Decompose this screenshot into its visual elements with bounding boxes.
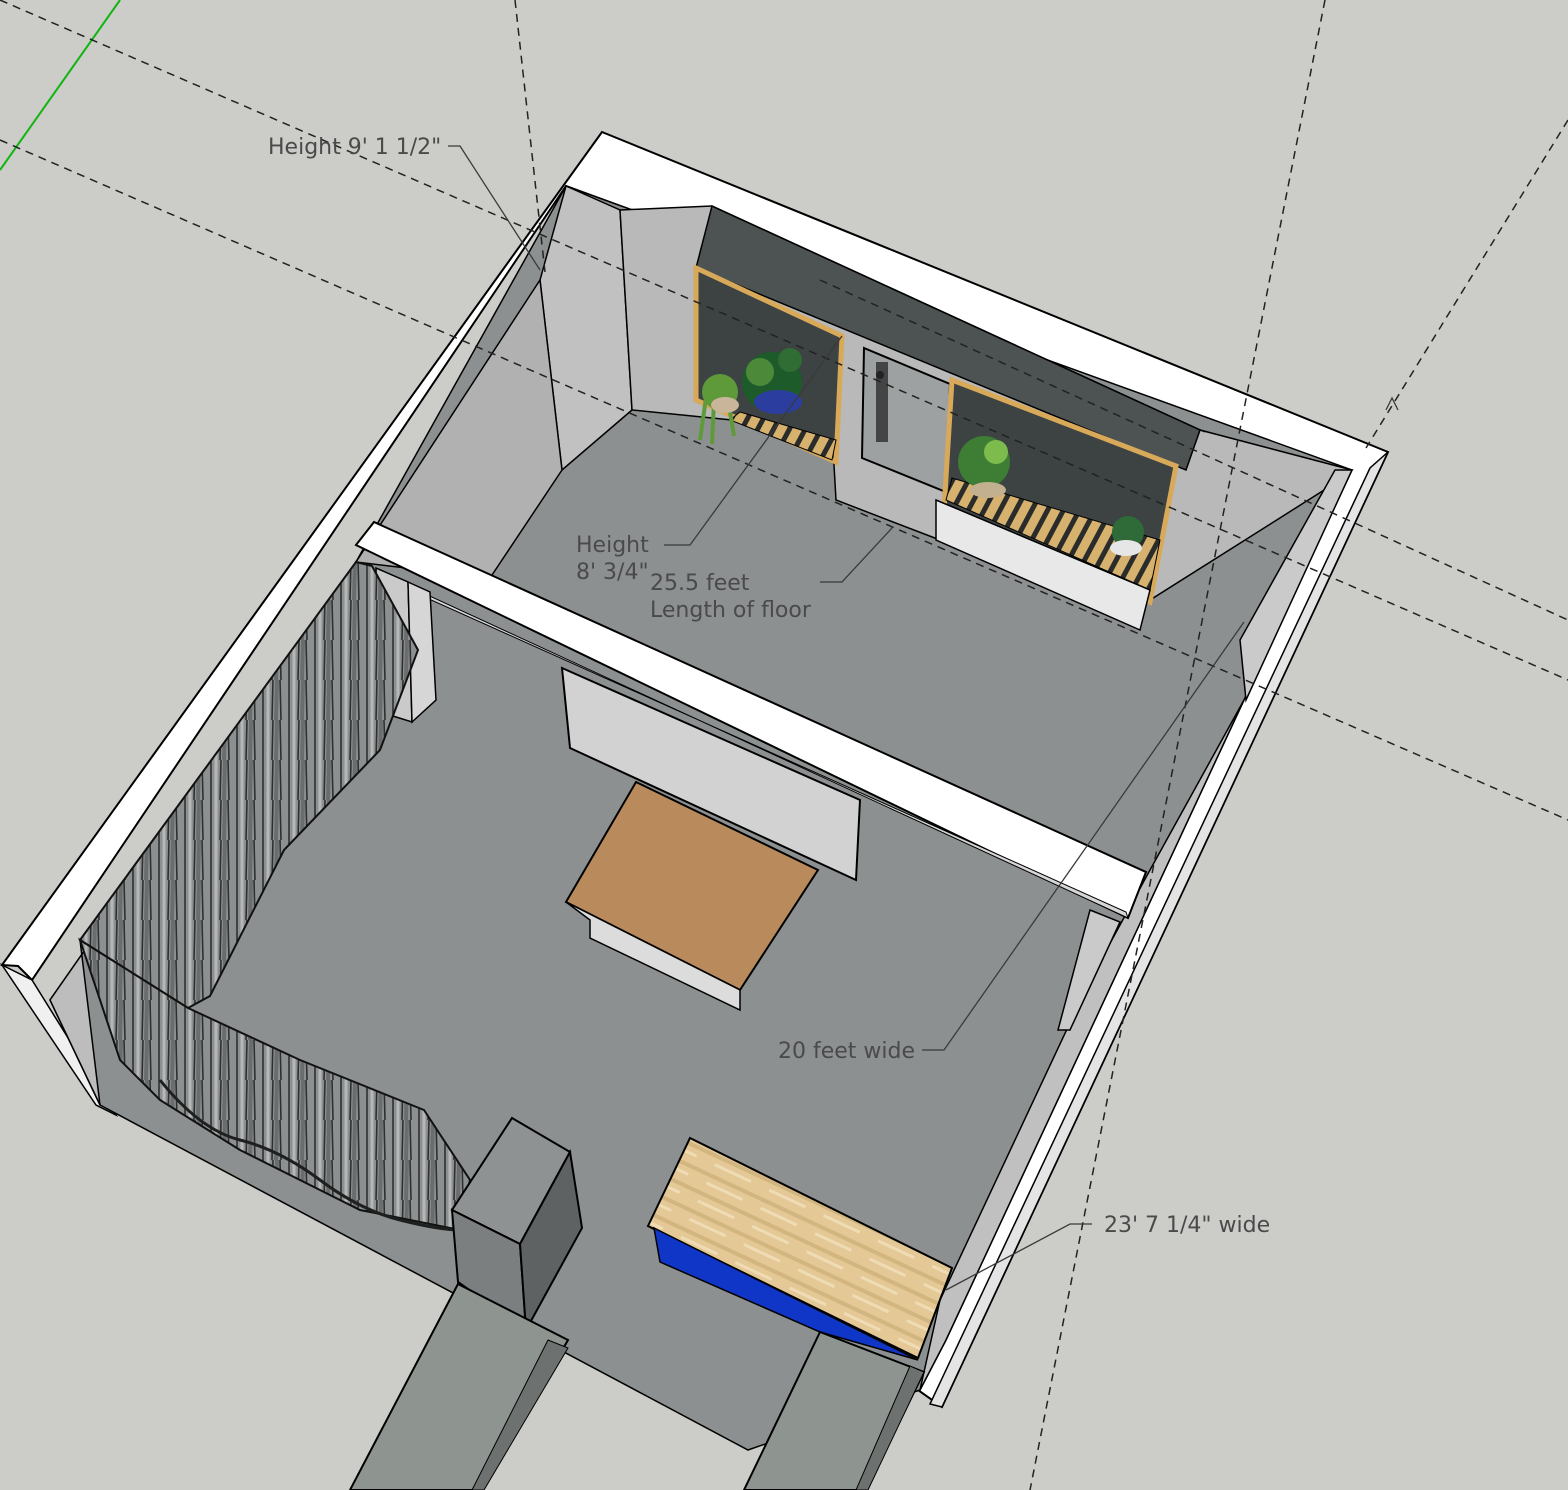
height-mid-line1: Height — [576, 533, 649, 558]
green-axis-line — [0, 0, 121, 171]
height-mid-label: Height 8' 3/4" — [576, 532, 649, 586]
floor-length-value: 25.5 feet — [650, 571, 750, 596]
floor-length-label: 25.5 feet Length of floor — [650, 570, 811, 624]
height-mid-line2: 8' 3/4" — [576, 560, 649, 585]
door-handle-icon[interactable] — [876, 371, 884, 379]
height-rear-label: Height 9' 1 1/2" — [268, 135, 442, 160]
floor-length-caption: Length of floor — [650, 598, 811, 623]
sketchup-viewport[interactable]: Height 9' 1 1/2" Height 8' 3/4" 25.5 fee… — [0, 0, 1568, 1490]
outer-width-label: 23' 7 1/4" wide — [1104, 1213, 1271, 1238]
inner-width-label: 20 feet wide — [778, 1039, 916, 1064]
room-model[interactable] — [0, 0, 1568, 1490]
